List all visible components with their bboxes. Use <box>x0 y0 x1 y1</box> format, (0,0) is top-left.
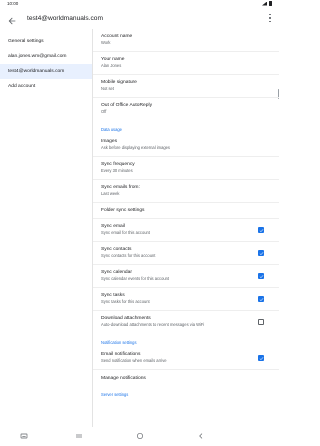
back-arrow-icon[interactable] <box>7 13 17 25</box>
more-vert-icon[interactable] <box>268 13 272 23</box>
sidebar-item-label: General settings <box>8 39 44 44</box>
setting-title: Sync tasks <box>101 293 125 298</box>
setting-value: Sync contacts for this account <box>101 253 156 258</box>
your-name-setting[interactable]: Your name Alan Jones <box>93 52 279 75</box>
setting-value: Send notification when emails arrive <box>101 358 167 363</box>
sync-calendar-setting[interactable]: Sync calendar Sync calendar events for t… <box>93 265 279 288</box>
folder-sync-setting[interactable]: Folder sync settings <box>93 203 279 219</box>
setting-title: Sync frequency <box>101 162 135 167</box>
sync-contacts-setting[interactable]: Sync contacts Sync contacts for this acc… <box>93 242 279 265</box>
out-of-office-setting[interactable]: Out of Office AutoReply Off <box>93 98 279 121</box>
sidebar-item-label: alan.jones.wm@gmail.com <box>8 54 67 59</box>
page-title: test4@worldmanuals.com <box>27 15 103 22</box>
notification-settings-header: Notification settings <box>101 340 137 345</box>
signal-icon <box>262 1 267 6</box>
navigation-bar <box>0 427 279 446</box>
sidebar-item-add-account[interactable]: Add account <box>0 79 92 94</box>
back-nav-icon[interactable] <box>197 432 205 440</box>
setting-title: Sync email <box>101 224 125 229</box>
home-icon[interactable] <box>136 432 144 440</box>
sidebar: General settings alan.jones.wm@gmail.com… <box>0 29 93 427</box>
setting-title: Images <box>101 139 118 144</box>
setting-value: Every 30 minutes <box>101 168 133 173</box>
setting-title: Sync calendar <box>101 270 132 275</box>
sync-contacts-checkbox[interactable] <box>258 250 264 256</box>
keyboard-icon[interactable] <box>20 432 28 440</box>
battery-icon <box>269 1 272 6</box>
setting-title: Your name <box>101 57 125 62</box>
sidebar-item-test4-account[interactable]: test4@worldmanuals.com <box>0 64 92 79</box>
sync-calendar-checkbox[interactable] <box>258 273 264 279</box>
status-bar: 10:00 <box>0 0 279 8</box>
setting-value: Sync tasks for this account <box>101 299 150 304</box>
setting-title: Sync emails from: <box>101 185 140 190</box>
sync-tasks-setting[interactable]: Sync tasks Sync tasks for this account <box>93 288 279 311</box>
recents-icon[interactable] <box>75 432 83 440</box>
setting-value: Last week <box>101 191 120 196</box>
setting-value: Ask before displaying external images <box>101 145 170 150</box>
status-time: 10:00 <box>7 1 19 6</box>
sync-email-setting[interactable]: Sync email Sync email for this account <box>93 219 279 242</box>
setting-value: Sync email for this account <box>101 230 150 235</box>
images-setting[interactable]: Images Ask before displaying external im… <box>93 134 279 157</box>
setting-title: Sync contacts <box>101 247 132 252</box>
settings-panel: Account name Work Your name Alan Jones M… <box>93 29 279 427</box>
setting-title: Download attachments <box>101 316 151 321</box>
setting-title: Manage notifications <box>101 375 146 381</box>
setting-value: Sync calendar events for this account <box>101 276 170 281</box>
download-attachments-checkbox[interactable] <box>258 319 264 325</box>
email-notifications-checkbox[interactable] <box>258 355 264 361</box>
sync-emails-from-setting[interactable]: Sync emails from: Last week <box>93 180 279 203</box>
setting-title: Account name <box>101 34 133 39</box>
sync-tasks-checkbox[interactable] <box>258 296 264 302</box>
sync-email-checkbox[interactable] <box>258 227 264 233</box>
sidebar-item-general-settings[interactable]: General settings <box>0 34 92 49</box>
download-attachments-setting[interactable]: Download attachments Auto-download attac… <box>93 311 279 334</box>
manage-notifications-setting[interactable]: Manage notifications <box>93 370 279 386</box>
sidebar-item-label: test4@worldmanuals.com <box>8 69 65 74</box>
setting-value: Auto-download attachments to recent mess… <box>101 322 205 327</box>
server-settings-header: Server settings <box>101 392 129 397</box>
email-notifications-setting[interactable]: Email notifications Send notification wh… <box>93 347 279 370</box>
setting-value: Not set <box>101 86 114 91</box>
sidebar-item-alan-account[interactable]: alan.jones.wm@gmail.com <box>0 49 92 64</box>
setting-title: Out of Office AutoReply <box>101 103 153 108</box>
setting-title: Mobile signature <box>101 80 137 85</box>
setting-title: Folder sync settings <box>101 208 145 213</box>
setting-title: Email notifications <box>101 352 141 357</box>
sidebar-item-label: Add account <box>8 84 36 89</box>
account-name-setting[interactable]: Account name Work <box>93 29 279 52</box>
sync-frequency-setting[interactable]: Sync frequency Every 30 minutes <box>93 157 279 180</box>
mobile-signature-setting[interactable]: Mobile signature Not set <box>93 75 279 98</box>
setting-value: Work <box>101 40 111 45</box>
status-icons <box>262 1 272 6</box>
setting-value: Off <box>101 109 107 114</box>
setting-value: Alan Jones <box>101 63 122 68</box>
data-usage-header: Data usage <box>101 127 122 132</box>
app-bar: test4@worldmanuals.com <box>0 8 279 29</box>
